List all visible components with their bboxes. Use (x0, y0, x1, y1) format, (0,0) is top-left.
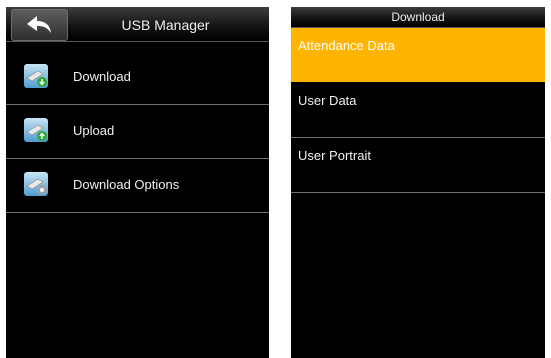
download-screen: Download Attendance Data User Data User … (291, 7, 545, 358)
title-bar: USB Manager (6, 7, 269, 42)
menu-item-label: Attendance Data (298, 38, 395, 53)
menu-item-download[interactable]: Download (6, 51, 269, 105)
menu-item-label: Download (73, 69, 131, 84)
page-title: USB Manager (121, 17, 210, 33)
menu-item-upload[interactable]: Upload (6, 105, 269, 159)
menu-item-user-data[interactable]: User Data (291, 83, 545, 138)
usb-manager-screen: USB Manager Download Upload Download Opt… (6, 7, 269, 358)
menu-item-label: Download Options (73, 177, 180, 192)
download-menu-list: Attendance Data User Data User Portrait (291, 28, 545, 193)
usb-download-options-icon (24, 172, 48, 196)
title-bar: Download (291, 7, 545, 28)
menu-item-user-portrait[interactable]: User Portrait (291, 138, 545, 193)
menu-item-label: User Data (298, 93, 357, 108)
page-title: Download (391, 10, 445, 24)
menu-item-attendance-data[interactable]: Attendance Data (291, 28, 545, 83)
menu-item-download-options[interactable]: Download Options (6, 159, 269, 213)
usb-menu-list: Download Upload Download Options (6, 51, 269, 213)
usb-upload-icon (24, 118, 48, 142)
usb-download-icon (24, 64, 48, 88)
menu-item-label: User Portrait (298, 148, 371, 163)
menu-item-label: Upload (73, 123, 115, 138)
